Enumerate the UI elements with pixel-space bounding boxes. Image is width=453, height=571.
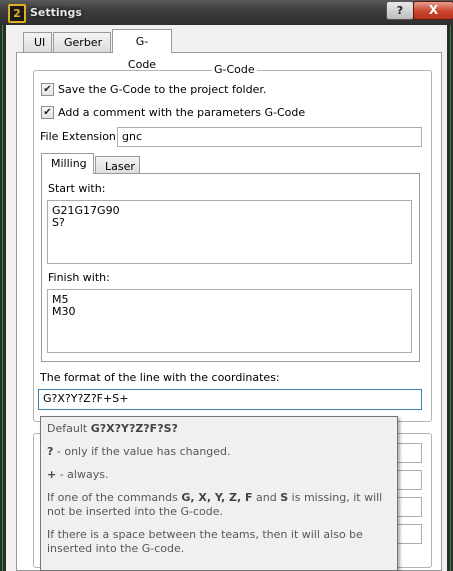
coord-format-tooltip: Default G?X?Y?Z?F?S? ? - only if the val… (40, 416, 398, 571)
coord-format-input[interactable]: G?X?Y?Z?F+S+ (38, 389, 422, 410)
file-extension-input[interactable]: gnc (117, 127, 422, 147)
gcode-group-title: G-Code (212, 63, 257, 76)
save-to-project-checkbox[interactable]: ✔ (41, 83, 54, 96)
finish-line-1: M5 (52, 293, 69, 306)
file-extension-label: File Extension: (40, 130, 120, 143)
hidden-input-3[interactable] (395, 497, 422, 517)
tooltip-plus-line: + - always. (47, 468, 109, 481)
subtab-milling[interactable]: Milling (41, 153, 94, 174)
add-comment-checkbox[interactable]: ✔ (41, 106, 54, 119)
start-with-textarea[interactable]: G21G17G90 S? (47, 200, 412, 264)
hidden-input-2[interactable] (395, 470, 422, 490)
tooltip-question-line: ? - only if the value has changed. (47, 445, 231, 458)
finish-with-label: Finish with: (48, 271, 110, 284)
finish-line-2: M30 (52, 305, 76, 318)
finish-with-textarea[interactable]: M5 M30 (47, 289, 412, 353)
start-with-label: Start with: (48, 182, 106, 195)
right-window-edge (450, 25, 451, 571)
start-line-1: G21G17G90 (52, 204, 120, 217)
help-button[interactable]: ? (386, 1, 414, 20)
tab-ui[interactable]: UI (23, 32, 52, 52)
tooltip-missing-line: If one of the commands G, X, Y, Z, F and… (47, 491, 383, 518)
left-window-edge (2, 25, 3, 571)
tooltip-default-line: Default G?X?Y?Z?F?S? (47, 422, 178, 435)
save-to-project-label[interactable]: Save the G-Code to the project folder. (58, 83, 266, 96)
tooltip-space-line: If there is a space between the teams, t… (47, 528, 363, 555)
window-title: Settings (30, 6, 82, 19)
coord-format-label: The format of the line with the coordina… (40, 371, 280, 384)
start-line-2: S? (52, 216, 65, 229)
add-comment-label[interactable]: Add a comment with the parameters G-Code (58, 106, 305, 119)
tab-gcode[interactable]: G-Code (112, 29, 172, 71)
hidden-input-1[interactable] (395, 443, 422, 463)
hidden-input-4[interactable] (395, 524, 422, 544)
tab-gerber[interactable]: Gerber (53, 32, 111, 52)
close-button[interactable]: X (413, 1, 453, 20)
app-icon: 2 (8, 4, 26, 23)
